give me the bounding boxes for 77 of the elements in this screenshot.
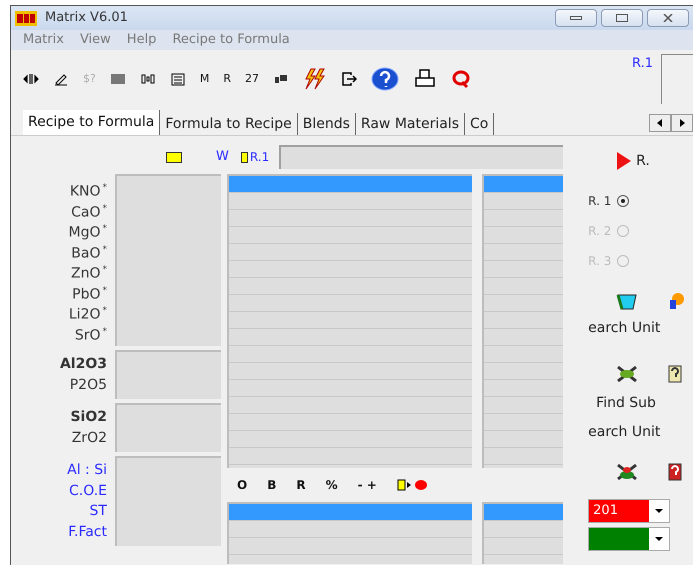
oxide-label: F.Fact — [68, 522, 107, 542]
tab-scroll-left-button[interactable] — [649, 114, 671, 132]
grid-tool-button[interactable]: - + — [358, 476, 377, 494]
recipe-label: R.1 — [632, 55, 653, 73]
right-arrow-icon — [678, 119, 686, 127]
dropdown-value: 201 — [589, 500, 650, 522]
grid-tool-button[interactable]: B — [267, 476, 276, 494]
oxide-label: Al2O3 — [60, 355, 107, 374]
oxide-label: KNO$^{*}$ — [70, 182, 107, 198]
color-dropdown[interactable]: 201 — [588, 499, 670, 523]
tab[interactable]: Co — [465, 113, 494, 135]
oxide-label: ST — [90, 502, 107, 521]
grid-row[interactable] — [484, 504, 563, 521]
question-page-icon[interactable] — [668, 365, 682, 383]
oxide-label: C.O.E — [69, 482, 107, 500]
toolbar-button[interactable]: M — [200, 70, 210, 88]
dropdown-arrow-icon — [655, 537, 664, 541]
grid-row[interactable] — [484, 176, 563, 193]
oxide-label: Li2O$^{*}$ — [68, 305, 107, 322]
oxide-label: SiO2 — [70, 408, 107, 427]
marker-swatch — [240, 152, 248, 162]
oxide-label: P2O5 — [70, 376, 107, 394]
tab[interactable]: Formula to Recipe — [160, 113, 298, 135]
palette-icon[interactable] — [668, 292, 684, 310]
tab[interactable]: Blends — [298, 113, 356, 135]
lightning-icon[interactable] — [303, 67, 327, 91]
oxide-label: BaO$^{*}$ — [71, 244, 107, 260]
minimize-button[interactable] — [555, 9, 597, 27]
oxide-label: SrO$^{*}$ — [74, 326, 107, 342]
left-arrow-icon — [656, 119, 664, 127]
barcode-icon[interactable] — [110, 71, 126, 87]
grid-row[interactable] — [229, 504, 472, 521]
tab[interactable]: Recipe to Formula — [23, 110, 160, 135]
oxide-label: PbO$^{*}$ — [72, 284, 107, 301]
grid-tool-button[interactable]: O — [237, 476, 248, 494]
grid-row[interactable] — [229, 176, 472, 193]
tab[interactable]: Raw Materials — [356, 113, 465, 135]
menu-item[interactable]: View — [80, 30, 111, 50]
grid-tool-button[interactable]: R — [296, 476, 306, 494]
dropdown-arrow-icon — [655, 509, 664, 513]
color-dropdown[interactable] — [588, 527, 670, 551]
oxide-label: Al : Si — [67, 461, 107, 480]
menu-item[interactable]: Matrix — [23, 30, 64, 50]
question-page-icon[interactable] — [668, 463, 682, 481]
grid-tool-button[interactable]: % — [326, 476, 338, 494]
color-swatch[interactable] — [166, 152, 182, 162]
oxide-label: MgO$^{*}$ — [68, 223, 107, 240]
split-arrows-icon[interactable] — [23, 71, 39, 87]
oxide-label: CaO$^{*}$ — [71, 202, 107, 219]
tab-scroll-right-button[interactable] — [671, 114, 693, 132]
play-icon[interactable] — [616, 151, 632, 171]
app-logo-icon — [15, 10, 37, 26]
run-button[interactable]: R. — [636, 150, 650, 172]
crossed-mesh-icon[interactable] — [616, 365, 638, 383]
recipe-radio-label: R. 1 — [588, 193, 612, 210]
menu-item[interactable]: Recipe to Formula — [172, 30, 290, 50]
oxide-label: ZrO2 — [72, 428, 107, 448]
window-title: Matrix V6.01 — [45, 9, 128, 28]
crossed-mesh-icon[interactable] — [616, 463, 638, 481]
recipe-name-field[interactable] — [279, 145, 564, 169]
close-button[interactable] — [647, 9, 689, 27]
bucket-icon[interactable] — [616, 292, 638, 310]
help-icon[interactable] — [371, 65, 399, 93]
weight-label: W — [216, 148, 229, 166]
recipe-label: R.1 — [250, 149, 270, 166]
quit-icon[interactable] — [451, 69, 471, 89]
exit-icon[interactable] — [341, 71, 357, 87]
toolbar-button[interactable]: 27 — [245, 70, 259, 88]
recipe-radio[interactable] — [617, 195, 630, 207]
search-unit-label[interactable]: earch Unit — [588, 422, 693, 443]
close-icon — [663, 14, 673, 22]
find-sub-label[interactable]: Find Sub — [588, 393, 693, 414]
maximize-button[interactable] — [601, 9, 643, 27]
toolbar-button[interactable]: R — [223, 70, 231, 88]
menu-item[interactable]: Help — [126, 30, 156, 50]
search-unit-label[interactable]: earch Unit — [588, 318, 693, 339]
oxide-label: ZnO$^{*}$ — [71, 264, 107, 280]
